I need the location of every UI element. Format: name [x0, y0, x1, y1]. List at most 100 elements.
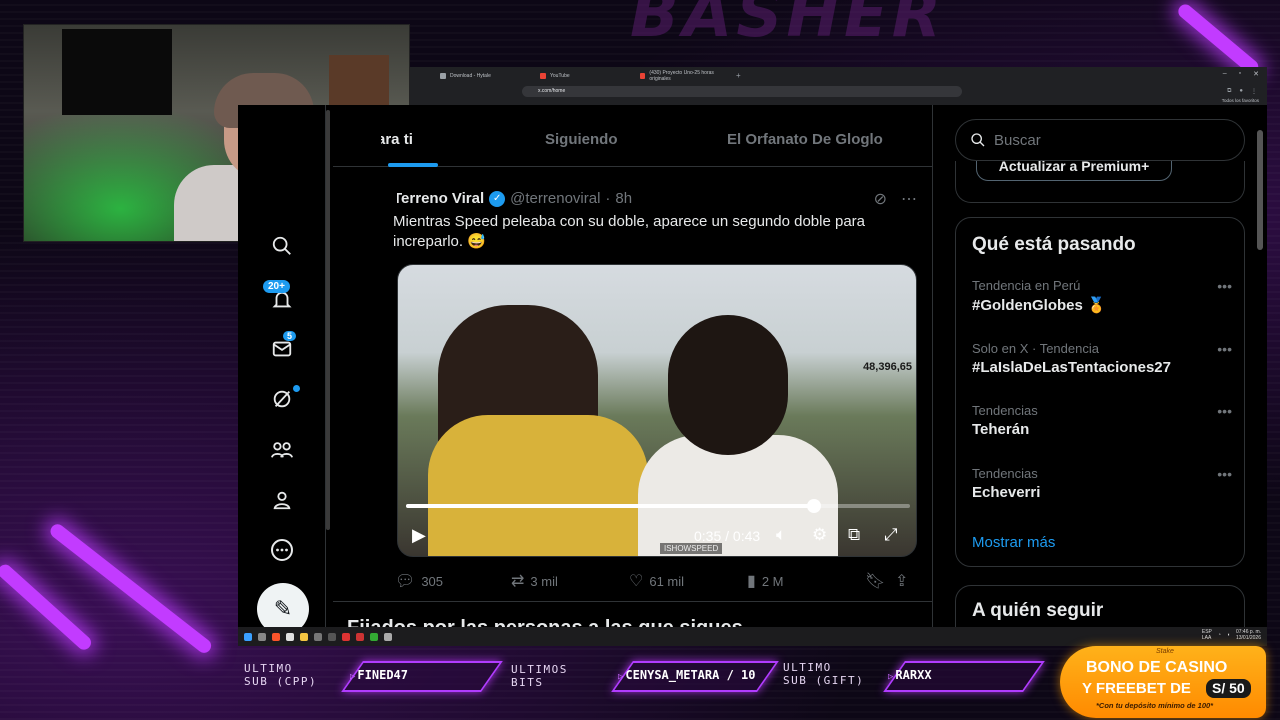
messages-badge: 5	[283, 331, 297, 341]
address-bar[interactable]: x.com/home	[522, 85, 962, 97]
pinned-section-heading[interactable]: Fijados por las personas a las que sigue…	[347, 617, 743, 627]
repost-button[interactable]: ⇄ 3 mil	[511, 571, 558, 591]
page-scrollbar[interactable]	[1257, 130, 1263, 250]
video-person-right	[668, 315, 788, 455]
minimize-icon[interactable]: –	[1223, 70, 1227, 78]
taskbar-app-icon[interactable]	[370, 632, 378, 641]
tab-siguiendo[interactable]: Siguiendo	[545, 131, 618, 148]
last-sub-label: ULTIMO SUB (CPP)	[244, 662, 317, 688]
tweet-author-handle[interactable]: @terrenoviral	[510, 190, 600, 207]
video-time: 0:35 / 0:43	[694, 528, 761, 544]
new-tab-icon[interactable]: +	[736, 71, 741, 80]
taskbar-search-icon[interactable]	[258, 632, 266, 641]
last-bits-value: CENYSA_METARA / 10	[618, 668, 755, 682]
wifi-icon[interactable]: ◔	[1218, 632, 1221, 638]
tab-orfanato[interactable]: El Orfanato De Gloglo	[727, 131, 883, 148]
compose-post-button[interactable]: ✎	[257, 583, 309, 627]
bookmarks-folder[interactable]: Todos los favoritos	[1222, 98, 1259, 103]
left-scrollbar[interactable]	[326, 110, 330, 530]
tray-language[interactable]: ESP LAA	[1202, 629, 1212, 641]
trend-context: Tendencias	[972, 403, 1038, 418]
settings-gear-icon[interactable]: ⚙︎	[812, 525, 827, 545]
upgrade-premium-button[interactable]: Actualizar a Premium+	[976, 159, 1172, 181]
extensions-icon[interactable]: ⧉	[1227, 88, 1231, 95]
who-to-follow-panel: A quién seguir	[955, 585, 1245, 627]
notifications-badge: 20+	[263, 280, 290, 293]
maximize-icon[interactable]: ▫	[1239, 70, 1241, 78]
browser-tab[interactable]: (430) Proyecto Uno-25 horas originales	[634, 68, 734, 83]
browser-tab[interactable]: Download - Hytale	[434, 68, 534, 83]
tweet-text: Mientras Speed peleaba con su doble, apa…	[393, 213, 866, 250]
play-icon[interactable]: ▶	[412, 525, 426, 546]
trend-context: Tendencia en Perú	[972, 278, 1081, 293]
profile-person-icon[interactable]	[269, 487, 295, 513]
close-icon[interactable]: ✕	[1253, 70, 1259, 78]
hytale-favicon-icon	[440, 72, 446, 79]
x-home-page: 20+ 5 ✎ Para ti Siguiendo El Orfanato De…	[238, 105, 1267, 627]
fullscreen-icon[interactable]: ⤢	[884, 525, 898, 545]
trend-more-icon[interactable]: •••	[1217, 403, 1232, 419]
like-button[interactable]: ♡ 61 mil	[629, 571, 684, 591]
video-progress-bar[interactable]	[406, 499, 910, 513]
webcam-tv	[62, 29, 172, 115]
window-controls: – ▫ ✕	[1223, 70, 1259, 78]
tray-clock[interactable]: 07:46 p. m. 13/01/2026	[1236, 629, 1261, 641]
trend-item[interactable]: Tendencias Echeverri •••	[972, 466, 1232, 501]
system-tray: ESP LAA ◔ ◖ 07:46 p. m. 13/01/2026	[1202, 629, 1261, 641]
menu-icon[interactable]: ⋮	[1251, 88, 1257, 95]
reply-button[interactable]: 💬︎ 305	[395, 571, 443, 591]
active-tab-indicator	[388, 163, 438, 167]
trend-name: Teherán	[972, 421, 1030, 438]
taskbar-app-icon[interactable]	[314, 632, 322, 641]
trend-more-icon[interactable]: •••	[1217, 466, 1232, 482]
trend-name: #LaIslaDeLasTentaciones27	[972, 359, 1171, 376]
last-sub-label-line2: SUB (CPP)	[244, 675, 318, 688]
volume-icon[interactable]: 🔈︎	[776, 525, 786, 545]
taskbar-app-icon[interactable]	[342, 632, 350, 641]
taskbar-app-icon[interactable]	[286, 632, 294, 641]
trend-more-icon[interactable]: •••	[1217, 278, 1232, 294]
video-controls: ▶ 0:35 / 0:43 🔈︎ ⚙︎ ⧉ ⤢	[398, 521, 916, 551]
tweet-author-name[interactable]: Terreno Viral	[397, 190, 484, 207]
last-sub-value: FINED47	[350, 668, 408, 682]
tweet-time[interactable]: 8h	[615, 190, 632, 207]
tweet-header: Terreno Viral ✓ @terrenoviral · 8h	[397, 190, 632, 207]
picture-in-picture-icon[interactable]: ⧉	[848, 525, 860, 545]
tweet-video[interactable]: 48,396,65 ISHOWSPEED ▶ 0:35 / 0:43 🔈︎ ⚙︎…	[397, 264, 917, 557]
explore-search-icon[interactable]	[269, 233, 295, 259]
profile-icon[interactable]: ●	[1239, 88, 1243, 95]
taskbar-folder-icon[interactable]	[300, 632, 308, 641]
trends-panel: Qué está pasando Tendencia en Perú #Gold…	[955, 217, 1245, 567]
trend-item[interactable]: Tendencia en Perú #GoldenGlobes 🏅 •••	[972, 278, 1232, 314]
trend-item[interactable]: Solo en X · Tendencia #LaIslaDeLasTentac…	[972, 341, 1232, 376]
grok-explain-icon[interactable]: ⊘	[874, 189, 887, 209]
communities-icon[interactable]	[269, 437, 295, 463]
more-options-icon[interactable]	[269, 537, 295, 563]
taskbar-app-icon[interactable]	[356, 632, 364, 641]
heart-icon: ♡	[629, 573, 644, 590]
tweet-more-icon[interactable]: ⋯	[901, 189, 917, 209]
show-more-link[interactable]: Mostrar más	[972, 534, 1055, 551]
taskbar-brave-icon[interactable]	[272, 632, 280, 641]
volume-tray-icon[interactable]: ◖	[1227, 632, 1230, 638]
casino-promo-banner: Stake BONO DE CASINO Y FREEBET DE S/ 50 …	[1060, 646, 1266, 718]
browser-toolbar: x.com/home ⧉ ● ⋮	[410, 84, 1267, 98]
browser-tab[interactable]: YouTube	[534, 68, 634, 83]
trend-item[interactable]: Tendencias Teherán •••	[972, 403, 1232, 438]
overlay-brand-logo: BASHER	[630, 0, 945, 52]
taskbar-app-icon[interactable]	[384, 632, 392, 641]
views-button[interactable]: ▮ 2 M	[747, 571, 783, 591]
taskbar-obs-icon[interactable]	[328, 632, 336, 641]
promo-line2: Y FREEBET DE	[1082, 680, 1191, 697]
last-gift-label-line2: SUB (GIFT)	[783, 674, 865, 687]
trend-more-icon[interactable]: •••	[1217, 341, 1232, 357]
feed-tabs: Para ti Siguiendo El Orfanato De Gloglo	[333, 105, 932, 167]
search-input[interactable]: Buscar	[955, 119, 1245, 161]
bookmark-icon[interactable]: 🔖︎	[865, 571, 885, 591]
tab-para-ti[interactable]: Para ti	[381, 131, 413, 148]
windows-start-icon[interactable]	[244, 632, 252, 641]
share-icon[interactable]: ⇪	[895, 571, 908, 591]
video-viewer-counter: 48,396,65	[863, 361, 912, 373]
feed-divider	[333, 601, 932, 602]
grok-icon[interactable]	[269, 386, 295, 412]
